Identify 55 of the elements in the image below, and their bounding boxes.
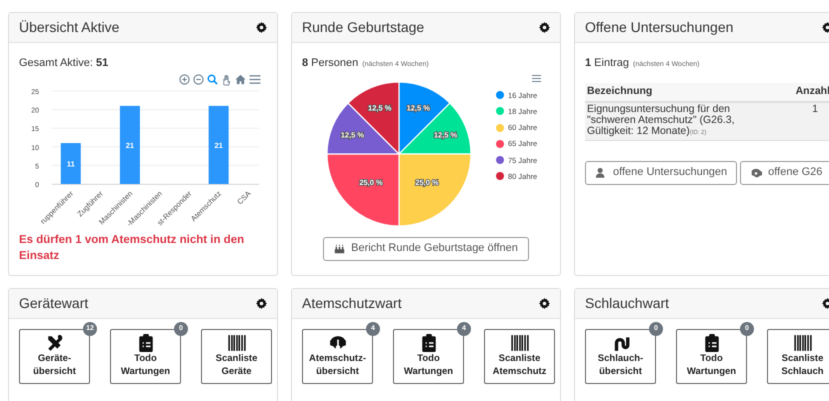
- tile-button[interactable]: Atemschutz-übersicht: [302, 329, 373, 384]
- card-title: Gerätewart: [19, 294, 88, 313]
- card-title: Offene Untersuchungen: [585, 18, 734, 37]
- tile-button[interactable]: Schlauch-übersicht: [585, 329, 656, 384]
- barcode-icon: [510, 334, 528, 352]
- tile-label: Todo Wartungen: [686, 352, 738, 378]
- count-label: 1 Eintrag: [585, 56, 630, 71]
- settings-icon[interactable]: [539, 22, 550, 33]
- warning-text: Es dürfen 1 vom Atemschutz nicht in den Einsatz: [19, 232, 246, 264]
- card-title: Schlauchwart: [585, 294, 670, 313]
- clipboard-icon: [420, 334, 438, 352]
- tile-label: Geräte-übersicht: [32, 352, 77, 378]
- tile-label: Scanliste Schlauch: [780, 352, 825, 378]
- tile-label: Todo Wartungen: [402, 352, 454, 378]
- tile-label: Schlauch-übersicht: [596, 352, 644, 378]
- table-cell-text: 1: [811, 104, 819, 116]
- hand-icon[interactable]: [221, 74, 232, 86]
- search-icon[interactable]: [207, 74, 218, 85]
- settings-icon[interactable]: [539, 298, 550, 309]
- tile-button[interactable]: Todo Wartungen: [110, 329, 181, 384]
- report-button[interactable]: Bericht Runde Geburtstage öffnen: [323, 236, 529, 260]
- tile-button[interactable]: Scanliste Atemschutz: [484, 329, 555, 384]
- action-button[interactable]: offene Untersuchungen: [585, 160, 738, 184]
- cake-icon: [334, 243, 346, 254]
- action-button[interactable]: offene G26: [740, 160, 829, 184]
- card-title: Übersicht Aktive: [19, 18, 120, 37]
- count-label: 8 Personen: [302, 56, 358, 71]
- zoom-in-icon[interactable]: [179, 74, 190, 85]
- person-icon: [595, 166, 607, 178]
- zoom-out-icon[interactable]: [193, 74, 204, 85]
- tile-button[interactable]: Geräte-übersicht: [19, 329, 90, 384]
- column-header: Anzahl: [794, 84, 829, 99]
- tile-label: Todo Wartungen: [120, 352, 172, 378]
- clipboard-icon: [136, 334, 154, 352]
- home-icon[interactable]: [235, 74, 246, 85]
- tile-button[interactable]: Scanliste Geräte: [201, 329, 272, 384]
- column-header: Bezeichnung: [586, 84, 654, 99]
- barcode-icon: [228, 334, 246, 352]
- tile-button[interactable]: Todo Wartungen: [676, 329, 747, 384]
- total-label: Gesamt Aktive: 51: [19, 56, 110, 71]
- tools-icon: [46, 334, 64, 352]
- card-title: Atemschutzwart: [302, 294, 402, 313]
- tile-label: Atemschutz-übersicht: [308, 352, 367, 378]
- settings-icon[interactable]: [256, 298, 267, 309]
- clipboard-icon: [702, 334, 720, 352]
- tile-label: Scanliste Atemschutz: [492, 352, 548, 378]
- card-title: Runde Geburtstage: [302, 18, 424, 37]
- menu-icon[interactable]: [531, 74, 542, 82]
- barcode-icon: [794, 334, 812, 352]
- tile-button[interactable]: Todo Wartungen: [393, 329, 464, 384]
- tile-button[interactable]: Scanliste Schlauch: [767, 329, 829, 384]
- menu-icon[interactable]: [249, 74, 261, 85]
- settings-icon[interactable]: [256, 22, 267, 33]
- bar: [60, 142, 81, 184]
- tile-label: Scanliste Geräte: [214, 352, 258, 378]
